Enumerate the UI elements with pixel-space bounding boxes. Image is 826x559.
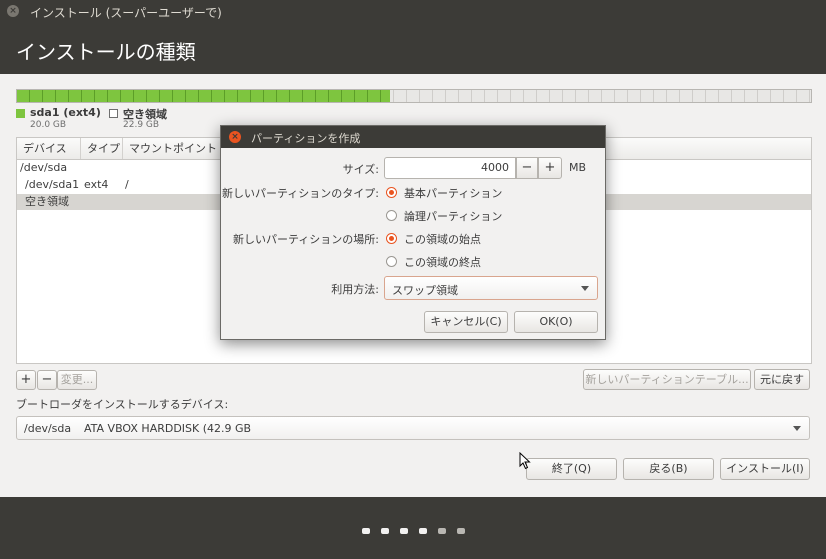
use-as-value: スワップ領域 bbox=[392, 284, 458, 297]
row-mount: / bbox=[125, 178, 129, 191]
new-partition-table-button[interactable]: 新しいパーティションテーブル... bbox=[583, 369, 751, 390]
progress-dot bbox=[400, 528, 408, 534]
add-partition-button[interactable]: + bbox=[16, 370, 36, 390]
create-partition-dialog: × パーティションを作成 サイズ: 4000 − + MB 新しいパーティション… bbox=[220, 125, 606, 340]
partition-type-label: 新しいパーティションのタイプ: bbox=[221, 187, 379, 200]
type-logical-radio[interactable] bbox=[386, 210, 397, 221]
bootloader-device-description: ATA VBOX HARDDISK (42.9 GB bbox=[84, 422, 252, 435]
footer-bar bbox=[0, 497, 826, 559]
chevron-down-icon bbox=[793, 426, 801, 431]
dialog-title: パーティションを作成 bbox=[251, 132, 361, 145]
window-title: インストール (スーパーユーザーで) bbox=[30, 6, 222, 20]
column-type[interactable]: タイプ bbox=[81, 138, 123, 159]
size-label: サイズ: bbox=[342, 163, 379, 176]
legend-swatch-icon bbox=[16, 109, 25, 118]
progress-dot bbox=[457, 528, 465, 534]
disk-usage-used-segment bbox=[17, 90, 390, 102]
type-primary-label[interactable]: 基本パーティション bbox=[404, 185, 502, 201]
partition-location-label: 新しいパーティションの場所: bbox=[232, 233, 379, 246]
location-end-radio[interactable] bbox=[386, 256, 397, 267]
dialog-titlebar: × パーティションを作成 bbox=[221, 126, 605, 148]
back-button[interactable]: 戻る(B) bbox=[623, 458, 714, 480]
row-type: ext4 bbox=[84, 178, 109, 191]
legend-name: sda1 (ext4) bbox=[30, 106, 101, 119]
size-unit: MB bbox=[569, 161, 587, 174]
location-end-label[interactable]: この領域の終点 bbox=[404, 254, 481, 270]
row-device: /dev/sda bbox=[20, 161, 68, 174]
location-start-radio[interactable] bbox=[386, 233, 397, 244]
legend-size: 22.9 GB bbox=[123, 120, 160, 130]
chevron-down-icon bbox=[581, 286, 589, 291]
bootloader-label: ブートローダをインストールするデバイス: bbox=[16, 398, 229, 411]
quit-button[interactable]: 終了(Q) bbox=[526, 458, 617, 480]
bootloader-device: /dev/sda bbox=[24, 422, 72, 435]
legend-swatch-icon bbox=[109, 109, 118, 118]
remove-partition-button[interactable]: − bbox=[37, 370, 57, 390]
size-input[interactable]: 4000 bbox=[384, 157, 516, 179]
location-start-label[interactable]: この領域の始点 bbox=[404, 231, 481, 247]
revert-button[interactable]: 元に戻す bbox=[754, 369, 810, 390]
progress-dot bbox=[362, 528, 370, 534]
legend-size: 20.0 GB bbox=[30, 120, 67, 130]
row-device: /dev/sda1 bbox=[25, 178, 80, 191]
page-header: インストールの種類 bbox=[0, 24, 826, 74]
install-button[interactable]: インストール(I) bbox=[720, 458, 810, 480]
column-device[interactable]: デバイス bbox=[17, 138, 81, 159]
cancel-button[interactable]: キャンセル(C) bbox=[424, 311, 508, 333]
column-mount[interactable]: マウントポイント bbox=[123, 138, 221, 159]
size-decrease-button[interactable]: − bbox=[516, 157, 538, 179]
change-partition-button[interactable]: 変更... bbox=[57, 370, 97, 390]
window-close-icon[interactable]: × bbox=[7, 5, 19, 17]
type-logical-label[interactable]: 論理パーティション bbox=[404, 208, 502, 224]
row-device: 空き領域 bbox=[25, 195, 69, 208]
use-as-label: 利用方法: bbox=[331, 283, 379, 296]
mouse-pointer-icon bbox=[519, 452, 531, 470]
size-increase-button[interactable]: + bbox=[538, 157, 562, 179]
type-primary-radio[interactable] bbox=[386, 187, 397, 198]
progress-dot bbox=[381, 528, 389, 534]
progress-dot bbox=[438, 528, 446, 534]
page-title: インストールの種類 bbox=[16, 40, 196, 64]
ok-button[interactable]: OK(O) bbox=[514, 311, 598, 333]
dialog-close-icon[interactable]: × bbox=[229, 131, 241, 143]
use-as-select[interactable]: スワップ領域 bbox=[384, 276, 598, 300]
progress-dot bbox=[419, 528, 427, 534]
window-titlebar: × インストール (スーパーユーザーで) bbox=[0, 0, 826, 24]
disk-usage-bar bbox=[16, 89, 812, 103]
bootloader-device-select[interactable]: /dev/sda ATA VBOX HARDDISK (42.9 GB bbox=[16, 416, 810, 440]
